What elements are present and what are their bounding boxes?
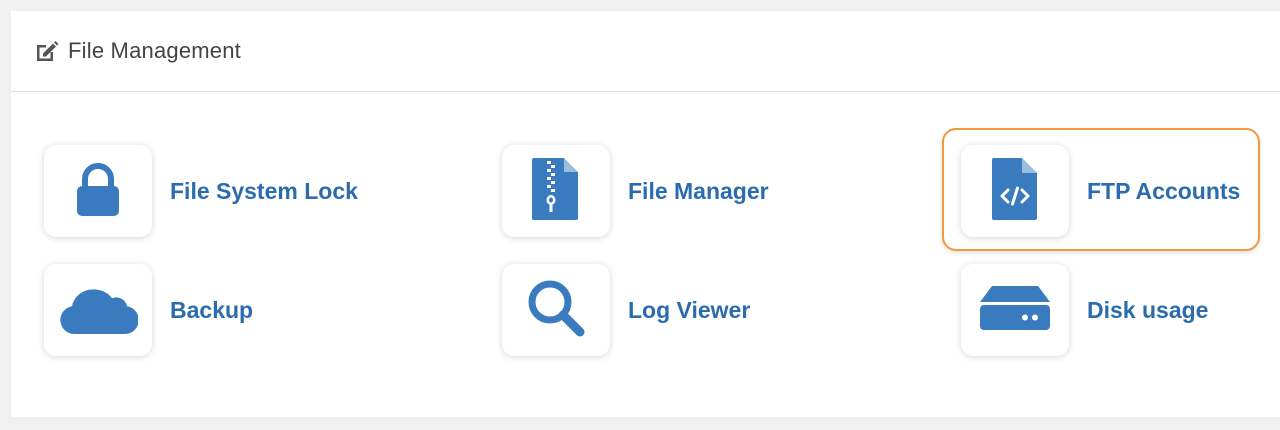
lock-icon — [68, 159, 128, 224]
tile-label: File Manager — [628, 177, 769, 204]
code-file-icon — [991, 157, 1039, 225]
search-icon — [525, 277, 587, 344]
tile-disk-usage[interactable]: Disk usage — [961, 264, 1208, 356]
tile-log-viewer[interactable]: Log Viewer — [502, 264, 750, 356]
hard-drive-icon — [980, 285, 1050, 335]
tile-label: Log Viewer — [628, 296, 751, 323]
tile-label: Backup — [170, 296, 254, 323]
panel-header: File Management — [11, 11, 1280, 92]
tile-file-system-lock[interactable]: File System Lock — [44, 145, 358, 237]
tile-file-manager[interactable]: File Manager — [502, 145, 769, 237]
tile-label: File System Lock — [170, 177, 358, 204]
tile-label: FTP Accounts — [1087, 177, 1241, 204]
tile-backup[interactable]: Backup — [44, 264, 253, 356]
tile-ftp-accounts[interactable]: FTP Accounts — [961, 145, 1240, 237]
panel-title: File Management — [68, 38, 241, 63]
zip-file-icon — [531, 157, 581, 225]
edit-icon — [34, 39, 60, 63]
tile-label: Disk usage — [1087, 296, 1209, 323]
cloud-icon — [58, 280, 139, 341]
